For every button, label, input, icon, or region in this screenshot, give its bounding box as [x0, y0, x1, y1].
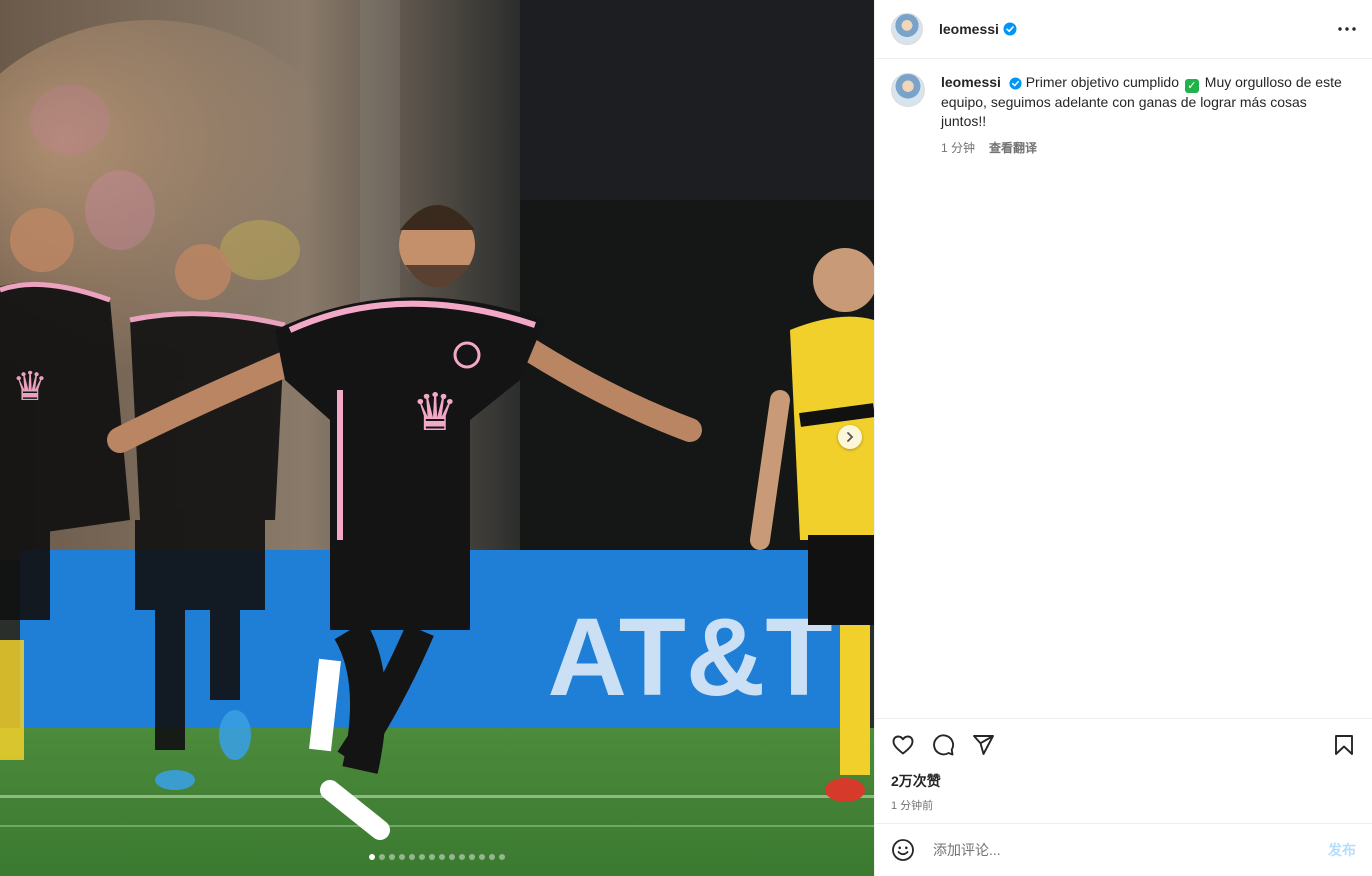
bookmark-icon [1335, 735, 1353, 755]
post-photo: AT&T ♛ ♛ [0, 0, 874, 876]
more-options-button[interactable] [1338, 27, 1356, 31]
check-mark-emoji: ✓ [1184, 79, 1199, 93]
post-media[interactable]: AT&T ♛ ♛ [0, 0, 874, 876]
comment-bar: 发布 [875, 823, 1372, 876]
carousel-dot [409, 854, 415, 860]
verified-badge-icon [1003, 22, 1017, 36]
post-author-username[interactable]: leomessi [939, 21, 999, 37]
see-translation-link[interactable]: 查看翻译 [989, 139, 1037, 158]
carousel-dot [489, 854, 495, 860]
caption-time: 1 分钟 [941, 141, 976, 155]
carousel-dot [459, 854, 465, 860]
like-count[interactable]: 2万次赞 [891, 771, 1356, 791]
smiley-icon [892, 839, 914, 861]
ad-board-text: AT&T [547, 596, 832, 719]
save-button[interactable] [1332, 733, 1356, 757]
post-actions: 2万次赞 1 分钟前 [875, 718, 1372, 813]
post-header: leomessi [875, 0, 1372, 59]
verified-badge-icon [1009, 77, 1022, 90]
carousel-next-button[interactable] [838, 425, 862, 449]
post-caption: leomessi Primer objetivo cumplido ✓ Muy … [875, 59, 1372, 158]
caption-text-part1: Primer objetivo cumplido [1025, 74, 1180, 90]
carousel-dot [449, 854, 455, 860]
caption-username[interactable]: leomessi [941, 74, 1001, 90]
carousel-dot [419, 854, 425, 860]
post-details-panel: leomessi leomessi Primer objetivo cumpli… [874, 0, 1372, 876]
avatar[interactable] [891, 73, 925, 107]
comment-button[interactable] [931, 733, 955, 757]
like-button[interactable] [891, 733, 915, 757]
chevron-right-icon [847, 432, 854, 442]
carousel-dot [369, 854, 375, 860]
carousel-dot [389, 854, 395, 860]
carousel-dot [469, 854, 475, 860]
share-button[interactable] [971, 733, 995, 757]
carousel-dot [499, 854, 505, 860]
carousel-indicator [0, 854, 874, 860]
svg-text:♛: ♛ [412, 384, 459, 442]
more-horizontal-icon [1338, 27, 1356, 31]
share-icon [973, 735, 994, 755]
post-timestamp[interactable]: 1 分钟前 [891, 797, 1356, 813]
svg-text:♛: ♛ [12, 365, 48, 409]
carousel-dot [479, 854, 485, 860]
carousel-dot [399, 854, 405, 860]
post-comment-button[interactable]: 发布 [1328, 840, 1356, 860]
carousel-dot [379, 854, 385, 860]
carousel-dot [429, 854, 435, 860]
avatar[interactable] [891, 13, 923, 45]
comment-icon [933, 734, 955, 756]
emoji-picker-button[interactable] [891, 838, 915, 862]
heart-icon [892, 735, 914, 755]
comment-input[interactable] [931, 841, 1328, 859]
carousel-dot [439, 854, 445, 860]
